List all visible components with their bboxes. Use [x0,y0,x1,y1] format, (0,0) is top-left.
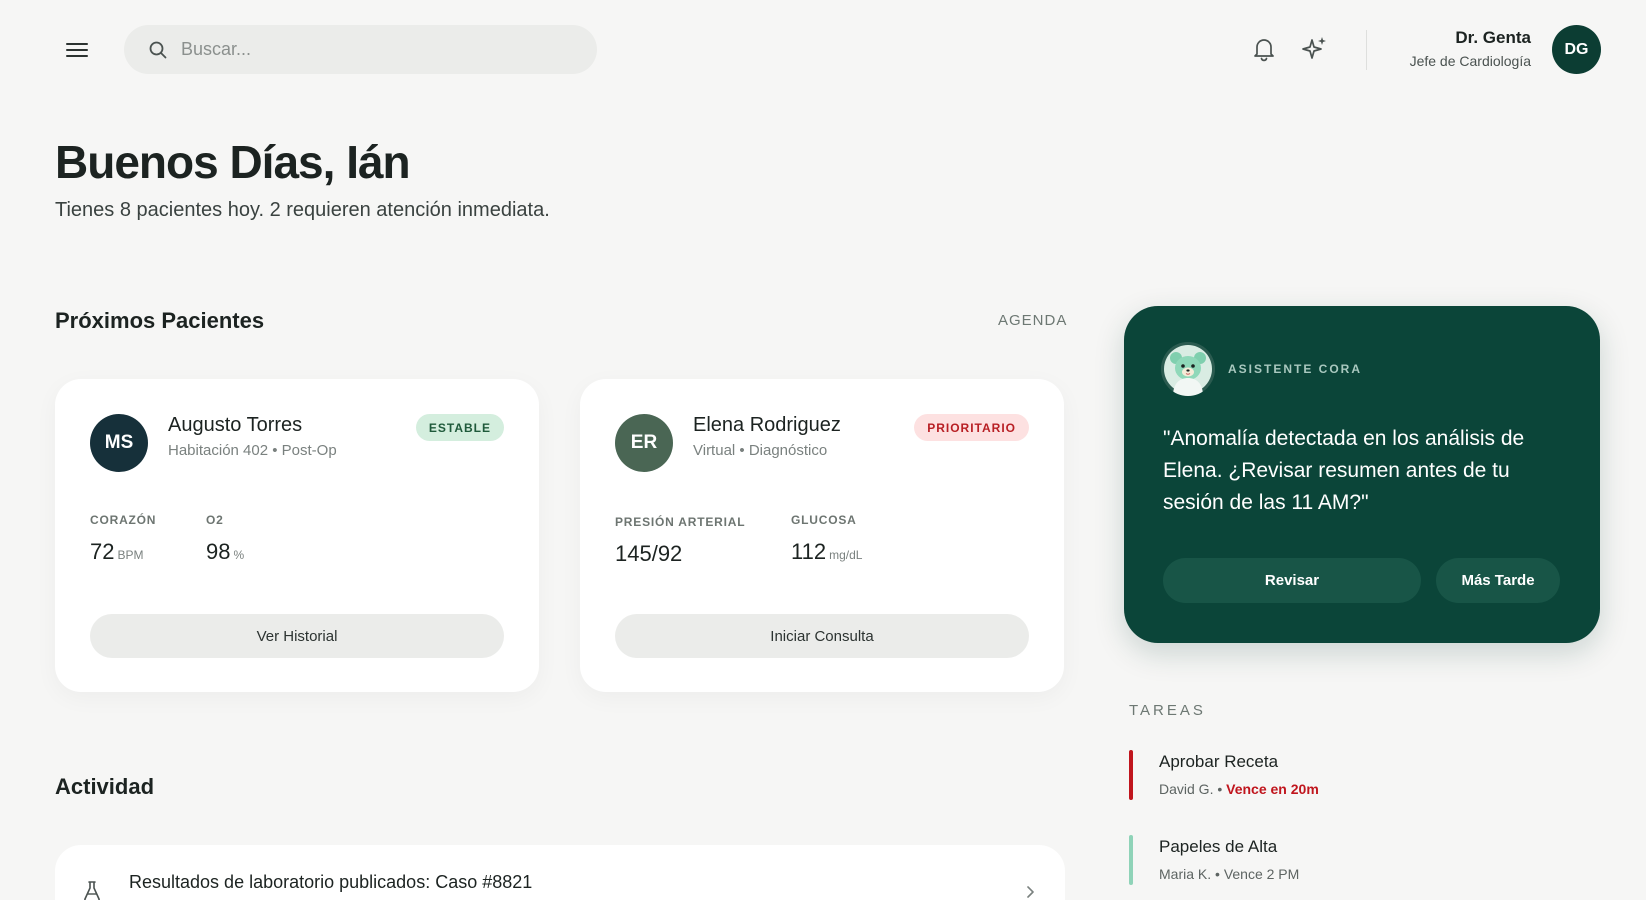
sparkle-icon[interactable] [1300,35,1328,63]
review-button[interactable]: Revisar [1163,558,1421,603]
metric-value: 72 BPM [90,539,144,565]
hamburger-menu-icon[interactable] [64,37,90,63]
task-person: David G. [1159,781,1214,797]
patient-name: Augusto Torres [168,414,303,436]
metric-value: 98% [206,539,244,565]
metric-number: 98 [206,539,231,564]
task-item[interactable]: Papeles de Alta Maria K. • Vence 2 PM [1129,835,1589,887]
patient-location: Habitación 402 • Post-Op [168,442,337,459]
status-badge: ESTABLE [415,414,504,441]
task-priority-bar [1129,835,1133,885]
task-title: Aprobar Receta [1159,752,1279,771]
user-role: Jefe de Cardiología [1409,53,1531,69]
patient-location: Virtual • Diagnóstico [693,442,828,459]
start-consultation-button[interactable]: Iniciar Consulta [615,614,1029,658]
metric-unit: mg/dL [829,548,863,562]
assistant-label: ASISTENTE CORA [1228,362,1363,376]
metric-label: PRESIÓN ARTERIAL [615,515,746,529]
metric-number: 72 [90,539,115,564]
task-person: Maria K. [1159,866,1212,882]
chevron-right-icon [1023,885,1037,899]
task-due: Vence 2 PM [1223,866,1300,882]
metric-label: CORAZÓN [90,513,157,527]
assistant-message: "Anomalía detectada en los análisis de E… [1163,427,1525,514]
user-name: Dr. Genta [1455,28,1531,47]
activity-text: Resultados de laboratorio publicados: Ca… [129,872,533,892]
search-input[interactable] [181,25,561,74]
status-badge: PRIORITARIO [914,414,1029,441]
page-subtitle: Tienes 8 pacientes hoy. 2 requieren aten… [55,199,550,221]
section-title-patients: Próximos Pacientes [55,308,265,333]
task-meta: David G. • Vence en 20m [1159,781,1319,797]
metric-number: 112 [791,539,827,564]
metric-number: 145/92 [615,541,683,566]
section-title-activity: Actividad [55,774,155,799]
activity-item[interactable]: Resultados de laboratorio publicados: Ca… [55,845,1065,900]
task-item[interactable]: Aprobar Receta David G. • Vence en 20m [1129,750,1589,802]
task-meta: Maria K. • Vence 2 PM [1159,866,1300,882]
agenda-link[interactable]: AGENDA [998,312,1067,329]
patient-name: Elena Rodriguez [693,414,841,436]
later-button[interactable]: Más Tarde [1436,558,1560,603]
metric-value: 145/92 [615,541,682,567]
metric-unit: % [233,548,245,562]
assistant-card: ASISTENTE CORA "Anomalía detectada en lo… [1124,306,1600,643]
search-icon [148,40,168,60]
metric-unit: BPM [117,548,144,562]
patient-card: MS Augusto Torres Habitación 402 • Post-… [55,379,539,692]
bell-icon[interactable] [1250,35,1278,63]
assistant-bear-avatar-icon [1161,342,1215,396]
metric-label: O2 [206,513,224,527]
user-avatar[interactable]: DG [1552,25,1601,74]
patient-card: ER Elena Rodriguez Virtual • Diagnóstico… [580,379,1064,692]
metric-value: 112 mg/dL [791,539,862,565]
task-title: Papeles de Alta [1159,837,1278,856]
tasks-title: TAREAS [1129,702,1206,719]
header-divider [1366,30,1367,70]
task-due: Vence en 20m [1226,781,1319,797]
top-bar: Dr. Genta Jefe de Cardiología DG [0,0,1646,100]
search-bar[interactable] [124,25,597,74]
view-history-button[interactable]: Ver Historial [90,614,504,658]
metric-label: GLUCOSA [791,513,857,527]
task-priority-bar [1129,750,1133,800]
page-title: Buenos Días, Ián [55,136,411,188]
flask-icon [82,880,102,900]
patient-avatar: ER [615,414,673,472]
patient-avatar: MS [90,414,148,472]
